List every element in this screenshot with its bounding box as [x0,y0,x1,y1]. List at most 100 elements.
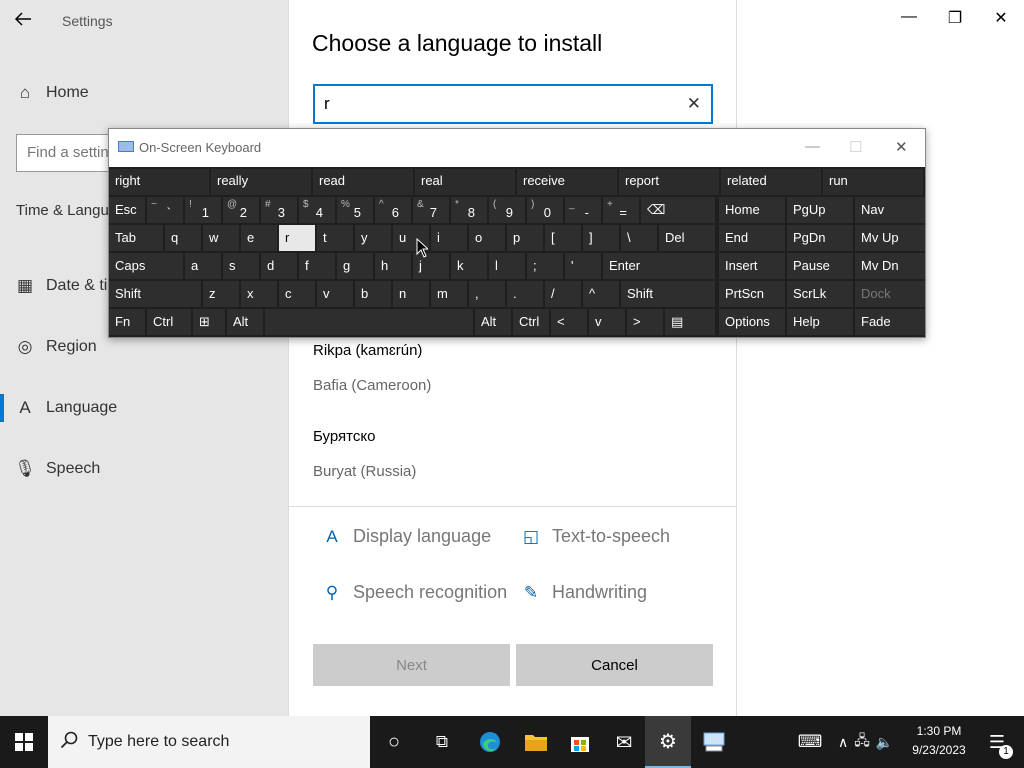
key-ctrl-left[interactable]: Ctrl [147,309,191,335]
key-f[interactable]: f [299,253,335,279]
clear-icon[interactable]: ✕ [687,94,701,114]
key-slash[interactable]: / [545,281,581,307]
key-right-bracket[interactable]: ] [583,225,619,251]
prediction-key[interactable]: receive [517,169,617,195]
key-del[interactable]: Del [659,225,715,251]
key-scrlk[interactable]: ScrLk [787,281,853,307]
key-alt-left[interactable]: Alt [227,309,263,335]
back-arrow-icon[interactable] [14,10,34,30]
windows-key-icon[interactable]: ⊞ [193,309,225,335]
key-fn[interactable]: Fn [109,309,145,335]
key-r[interactable]: r [279,225,315,251]
settings-gear-icon[interactable]: ⚙ [645,716,691,768]
key-0[interactable]: ) 0 [527,197,563,223]
key-4[interactable]: $4 [299,197,335,223]
key-v[interactable]: v [317,281,353,307]
key-semicolon[interactable]: ; [527,253,563,279]
key-q[interactable]: q [165,225,201,251]
nav-language[interactable]: A Language [0,388,288,428]
key-left-arrow[interactable]: < [551,309,587,335]
language-english-name[interactable]: Buryat (Russia) [313,463,416,480]
key-alt-right[interactable]: Alt [475,309,511,335]
key-insert[interactable]: Insert [719,253,785,279]
key-left-bracket[interactable]: [ [545,225,581,251]
restore-button[interactable]: ❐ [932,8,978,34]
key-caps[interactable]: Caps [109,253,183,279]
key-t[interactable]: t [317,225,353,251]
key-6[interactable]: ^ 6 [375,197,411,223]
prediction-key[interactable]: real [415,169,515,195]
key-g[interactable]: g [337,253,373,279]
key-pgup[interactable]: PgUp [787,197,853,223]
nav-speech[interactable]: 🎙 Speech [0,449,288,489]
key-k[interactable]: k [451,253,487,279]
language-native-name[interactable]: Бурятско [313,428,375,445]
key-comma[interactable]: , [469,281,505,307]
key-up-arrow[interactable]: ^ [583,281,619,307]
key-h[interactable]: h [375,253,411,279]
key-tab[interactable]: Tab [109,225,163,251]
key-e[interactable]: e [241,225,277,251]
cancel-button[interactable]: Cancel [516,644,713,686]
key-7[interactable]: & 7 [413,197,449,223]
osk-minimize-button[interactable]: — [805,138,820,155]
key-w[interactable]: w [203,225,239,251]
chevron-up-icon[interactable]: ∧ [838,734,848,751]
key-i[interactable]: i [431,225,467,251]
key-pgdn[interactable]: PgDn [787,225,853,251]
taskbar-search-box[interactable]: Type here to search [48,716,370,768]
volume-icon[interactable]: 🔈 [876,734,893,751]
key-minus[interactable]: _ - [565,197,601,223]
on-screen-keyboard-app-icon[interactable] [691,716,737,768]
prediction-key[interactable]: really [211,169,311,195]
key-l[interactable]: l [489,253,525,279]
key-pause[interactable]: Pause [787,253,853,279]
task-view-icon[interactable]: ⧉ [419,716,465,768]
key-down-arrow[interactable]: v [589,309,625,335]
prediction-key[interactable]: report [619,169,719,195]
key-backslash[interactable]: \ [621,225,657,251]
key-x[interactable]: x [241,281,277,307]
key-3[interactable]: #3 [261,197,297,223]
key-5[interactable]: % 5 [337,197,373,223]
language-search-input[interactable]: r ✕ [313,84,713,124]
minimize-button[interactable]: — [886,8,932,34]
edge-browser-icon[interactable] [467,716,513,768]
key-enter[interactable]: Enter [603,253,715,279]
key-home[interactable]: Home [719,197,785,223]
key-menu[interactable]: ▤ [665,309,715,335]
key-backtick[interactable]: ~ ` [147,197,183,223]
prediction-key[interactable]: read [313,169,413,195]
notification-center-icon[interactable]: ☰ 1 [974,716,1020,768]
next-button[interactable]: Next [313,644,510,686]
prediction-key[interactable]: right [109,169,209,195]
key-9[interactable]: (9 [489,197,525,223]
key-fade[interactable]: Fade [855,309,925,335]
key-end[interactable]: End [719,225,785,251]
key-help[interactable]: Help [787,309,853,335]
cortana-icon[interactable]: ○ [371,716,417,768]
key-mv-dn[interactable]: Mv Dn [855,253,925,279]
key-nav[interactable]: Nav [855,197,925,223]
key-prtscn[interactable]: PrtScn [719,281,785,307]
key-z[interactable]: z [203,281,239,307]
key-right-arrow[interactable]: > [627,309,663,335]
prediction-key[interactable]: related [721,169,821,195]
key-p[interactable]: p [507,225,543,251]
key-period[interactable]: . [507,281,543,307]
key-quote[interactable]: ' [565,253,601,279]
key-8[interactable]: * 8 [451,197,487,223]
key-space[interactable] [265,309,473,335]
key-mv-up[interactable]: Mv Up [855,225,925,251]
system-clock[interactable]: 1:30 PM 9/23/2023 [908,722,970,760]
osk-close-button[interactable]: ✕ [895,138,908,156]
key-equals[interactable]: + = [603,197,639,223]
start-button[interactable] [0,716,48,768]
key-backspace[interactable]: ⌫ [641,197,715,223]
osk-titlebar[interactable]: On-Screen Keyboard — ☐ ✕ [109,129,925,167]
key-shift-left[interactable]: Shift [109,281,201,307]
key-n[interactable]: n [393,281,429,307]
key-d[interactable]: d [261,253,297,279]
key-esc[interactable]: Esc [109,197,145,223]
key-c[interactable]: c [279,281,315,307]
